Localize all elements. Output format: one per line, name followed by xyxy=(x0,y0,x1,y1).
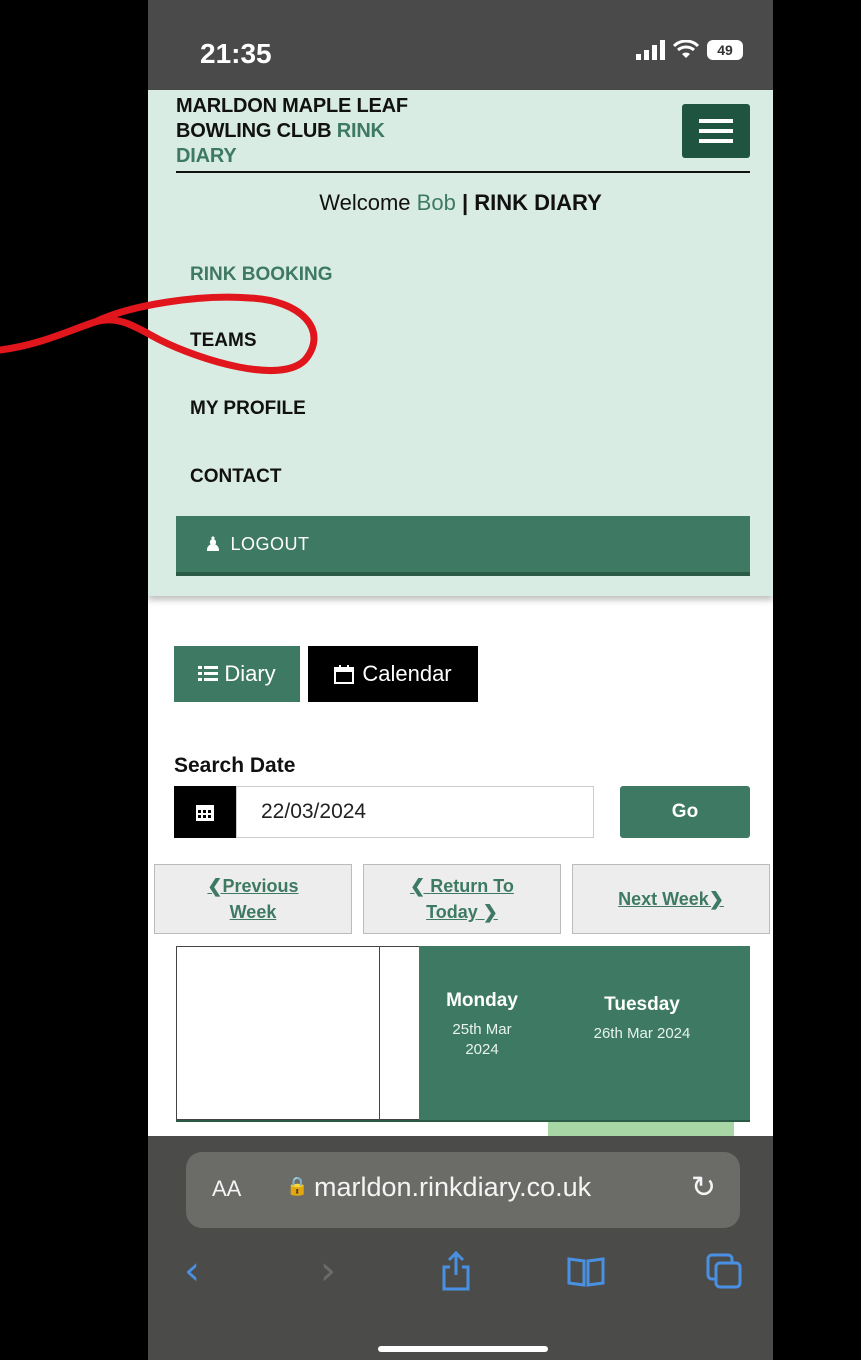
battery-icon: 49 xyxy=(707,40,743,60)
previous-week-button[interactable]: ❮Previous Week xyxy=(154,864,352,934)
search-date-input[interactable] xyxy=(236,786,594,838)
day-date: 26th Mar 2024 xyxy=(593,1025,691,1042)
return-today-label: Return To xyxy=(430,876,514,896)
calendar-grid-icon xyxy=(196,805,214,821)
day-name: Tuesday xyxy=(604,994,680,1015)
next-week-label: Next Week xyxy=(618,889,709,909)
calendar-label: Calendar xyxy=(362,661,452,686)
menu-item-teams[interactable]: TEAMS xyxy=(190,330,257,352)
day-name: Monday xyxy=(446,990,518,1011)
reload-icon[interactable]: ↻ xyxy=(691,1170,716,1205)
url-text: marldon.rinkdiary.co.uk xyxy=(314,1172,592,1202)
status-time: 21:35 xyxy=(200,38,272,69)
section-title: RINK DIARY xyxy=(474,190,602,215)
previous-week-label-2: Week xyxy=(229,902,277,922)
share-icon[interactable] xyxy=(440,1251,472,1291)
diary-table: Monday 25th Mar 2024 Tuesday 26th Mar 202… xyxy=(176,946,750,1138)
lock-icon: 🔒 xyxy=(286,1176,309,1196)
calendar-icon xyxy=(334,665,355,684)
hamburger-icon xyxy=(699,119,733,123)
back-icon[interactable]: ‹ xyxy=(184,1251,200,1291)
day-header-tuesday: Tuesday 26th Mar 2024 xyxy=(567,994,717,1044)
date-picker-button[interactable] xyxy=(174,786,236,838)
diary-view-button[interactable]: Diary xyxy=(174,646,300,702)
calendar-view-button[interactable]: Calendar xyxy=(308,646,478,702)
brand-line-1: MARLDON MAPLE LEAF xyxy=(176,95,408,117)
bookmarks-icon[interactable] xyxy=(566,1251,606,1291)
return-today-button[interactable]: ❮ Return To Today ❯ xyxy=(363,864,561,934)
day-year: 2024 xyxy=(465,1041,499,1058)
table-corner-cell xyxy=(176,946,420,1121)
day-header-monday: Monday 25th Mar 2024 xyxy=(427,990,537,1060)
day-header-row: Monday 25th Mar 2024 Tuesday 26th Mar 202… xyxy=(419,946,750,1120)
day-date: 25th Mar xyxy=(452,1021,512,1038)
user-icon: ♟ xyxy=(204,533,223,556)
forward-icon[interactable]: › xyxy=(320,1251,336,1291)
welcome-text: Welcome xyxy=(319,190,411,215)
status-bar: 21:35 49 xyxy=(148,0,773,90)
status-indicators: 49 xyxy=(636,40,743,60)
phone-screen: 21:35 49 MARLDON MAPLE LEAF BOWLING CLUB… xyxy=(148,0,773,1360)
site-title[interactable]: MARLDON MAPLE LEAF BOWLING CLUB RINK DIA… xyxy=(176,94,496,169)
tabs-icon[interactable] xyxy=(704,1251,744,1291)
search-date-label: Search Date xyxy=(174,754,296,777)
menu-item-contact[interactable]: CONTACT xyxy=(190,466,281,488)
separator: | xyxy=(461,190,469,215)
previous-week-label: Previous xyxy=(222,876,299,896)
diary-label: Diary xyxy=(224,661,276,686)
brand-line-2: BOWLING CLUB xyxy=(176,120,332,142)
wifi-icon xyxy=(673,40,699,58)
browser-toolbar: AA 🔒 marldon.rinkdiary.co.uk ↻ ‹ › xyxy=(148,1136,773,1360)
list-icon xyxy=(198,666,219,681)
menu-item-rink-booking[interactable]: RINK BOOKING xyxy=(190,264,333,286)
menu-toggle-button[interactable] xyxy=(682,104,750,158)
next-week-button[interactable]: Next Week❯ xyxy=(572,864,770,934)
menu-item-my-profile[interactable]: MY PROFILE xyxy=(190,398,306,420)
home-indicator xyxy=(378,1346,548,1352)
reader-settings-button[interactable]: AA xyxy=(212,1176,241,1202)
go-button[interactable]: Go xyxy=(620,786,750,838)
brand-accent-diary: DIARY xyxy=(176,145,237,167)
nav-panel: MARLDON MAPLE LEAF BOWLING CLUB RINK DIA… xyxy=(148,90,773,596)
brand-accent-rink: RINK xyxy=(336,120,385,142)
welcome-line: Welcome Bob | RINK DIARY xyxy=(148,190,773,216)
user-name: Bob xyxy=(416,190,456,215)
address-bar[interactable]: AA 🔒 marldon.rinkdiary.co.uk ↻ xyxy=(186,1152,740,1228)
signal-icon xyxy=(636,40,665,60)
logout-button[interactable]: ♟ LOGOUT xyxy=(176,516,750,576)
logout-label: LOGOUT xyxy=(230,533,310,554)
return-today-label-2: Today xyxy=(426,902,478,922)
header-divider xyxy=(176,171,750,173)
